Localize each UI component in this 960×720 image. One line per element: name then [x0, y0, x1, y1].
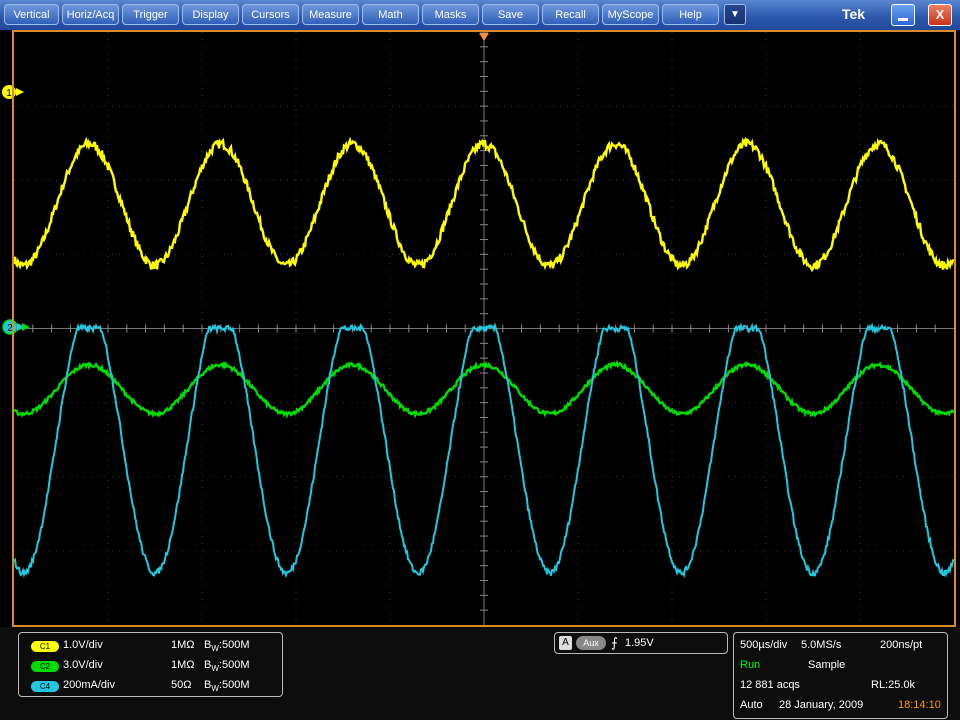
acquisition-readout-panel[interactable]: 500µs/div 5.0MS/s 200ns/pt Run Sample 12…: [733, 632, 948, 719]
sample-rate: 5.0MS/s: [801, 639, 842, 651]
ch4-coupling: 50Ω: [171, 679, 192, 691]
trigger-slope-icon: ⨍: [611, 635, 618, 650]
acquisition-count: 12 881 acqs: [740, 679, 800, 691]
trigger-mode: Auto: [740, 699, 763, 711]
graticule-frame: [12, 30, 956, 627]
ch4-scale: 200mA/div: [63, 679, 115, 691]
ch4-bandwidth: BW:500M: [204, 679, 250, 694]
ch1-bandwidth: BW:500M: [204, 639, 250, 654]
ch2-chip[interactable]: C2: [31, 661, 59, 672]
status-bar: C1 1.0V/div 1MΩ BW:500M C2 3.0V/div 1MΩ …: [0, 627, 960, 720]
acquisition-mode: Sample: [808, 659, 846, 671]
trigger-mode-label: A: [559, 636, 572, 650]
time-resolution: 200ns/pt: [880, 639, 923, 651]
trigger-readout-panel[interactable]: A Aux ⨍ 1.95V: [554, 632, 728, 654]
ch2-scale: 3.0V/div: [63, 659, 103, 671]
record-length: RL:25.0k: [871, 679, 916, 691]
ch2-bandwidth: BW:500M: [204, 659, 250, 674]
ch1-coupling: 1MΩ: [171, 639, 195, 651]
trigger-level: 1.95V: [625, 637, 654, 649]
trigger-source-label: Aux: [576, 636, 606, 650]
ch2-coupling: 1MΩ: [171, 659, 195, 671]
channel-readout-panel[interactable]: C1 1.0V/div 1MΩ BW:500M C2 3.0V/div 1MΩ …: [18, 632, 283, 697]
ch4-chip[interactable]: C4: [31, 681, 59, 692]
clock-time: 18:14:10: [898, 699, 941, 711]
date: 28 January, 2009: [779, 699, 864, 711]
ch1-chip[interactable]: C1: [31, 641, 59, 652]
ch1-scale: 1.0V/div: [63, 639, 103, 651]
run-state: Run: [740, 659, 761, 671]
timebase-scale: 500µs/div: [740, 639, 788, 651]
